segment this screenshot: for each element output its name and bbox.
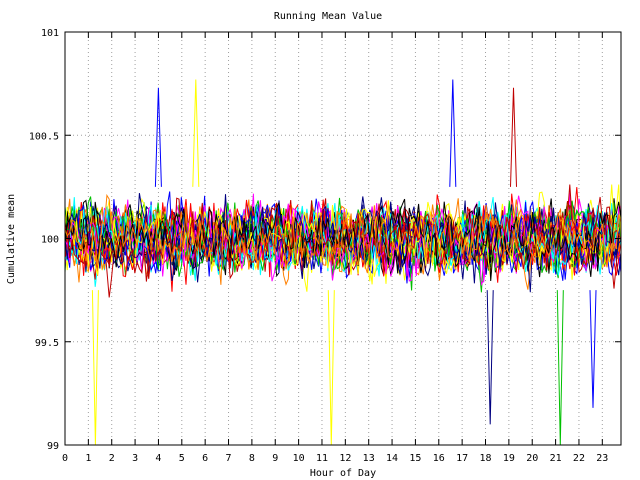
y-tick-label: 101 — [41, 28, 59, 39]
series-spike — [449, 79, 457, 187]
x-tick-label: 6 — [202, 453, 208, 464]
x-tick-label: 5 — [179, 453, 185, 464]
series-spike — [486, 290, 494, 425]
x-tick-label: 7 — [226, 453, 232, 464]
chart-title: Running Mean Value — [274, 11, 382, 22]
x-tick-label: 21 — [550, 453, 562, 464]
series-spike — [510, 87, 517, 187]
x-tick-label: 16 — [433, 453, 445, 464]
y-tick-label: 99.5 — [35, 338, 59, 349]
series-spike — [91, 290, 99, 446]
y-tick-label: 100 — [41, 235, 59, 246]
y-tick-label: 99 — [47, 441, 59, 452]
x-tick-label: 9 — [272, 453, 278, 464]
x-tick-label: 10 — [293, 453, 305, 464]
x-tick-label: 8 — [249, 453, 255, 464]
x-tick-label: 3 — [132, 453, 138, 464]
x-tick-label: 2 — [109, 453, 115, 464]
x-tick-label: 18 — [479, 453, 491, 464]
chart: Running Mean Value 9999.5100100.5101 012… — [6, 11, 622, 479]
x-tick-label: 20 — [526, 453, 538, 464]
series-spike — [556, 290, 564, 446]
x-tick-label: 1 — [85, 453, 91, 464]
series-lines — [64, 79, 622, 446]
x-tick-label: 23 — [596, 453, 608, 464]
x-tick-label: 13 — [363, 453, 375, 464]
x-tick-label: 15 — [409, 453, 421, 464]
x-tick-label: 4 — [155, 453, 161, 464]
series-spike — [589, 290, 597, 408]
x-tick-label: 14 — [386, 453, 398, 464]
x-tick-label: 19 — [503, 453, 515, 464]
series-spike — [327, 290, 335, 446]
x-tick-label: 0 — [62, 453, 68, 464]
x-tick-label: 11 — [316, 453, 328, 464]
y-tick-label: 100.5 — [29, 131, 59, 142]
x-tick-label: 12 — [339, 453, 351, 464]
x-tick-label: 17 — [456, 453, 468, 464]
y-axis-label: Cumulative mean — [6, 194, 17, 284]
series-spike — [192, 79, 200, 187]
x-axis-label: Hour of Day — [310, 468, 376, 479]
x-tick-label: 22 — [573, 453, 585, 464]
